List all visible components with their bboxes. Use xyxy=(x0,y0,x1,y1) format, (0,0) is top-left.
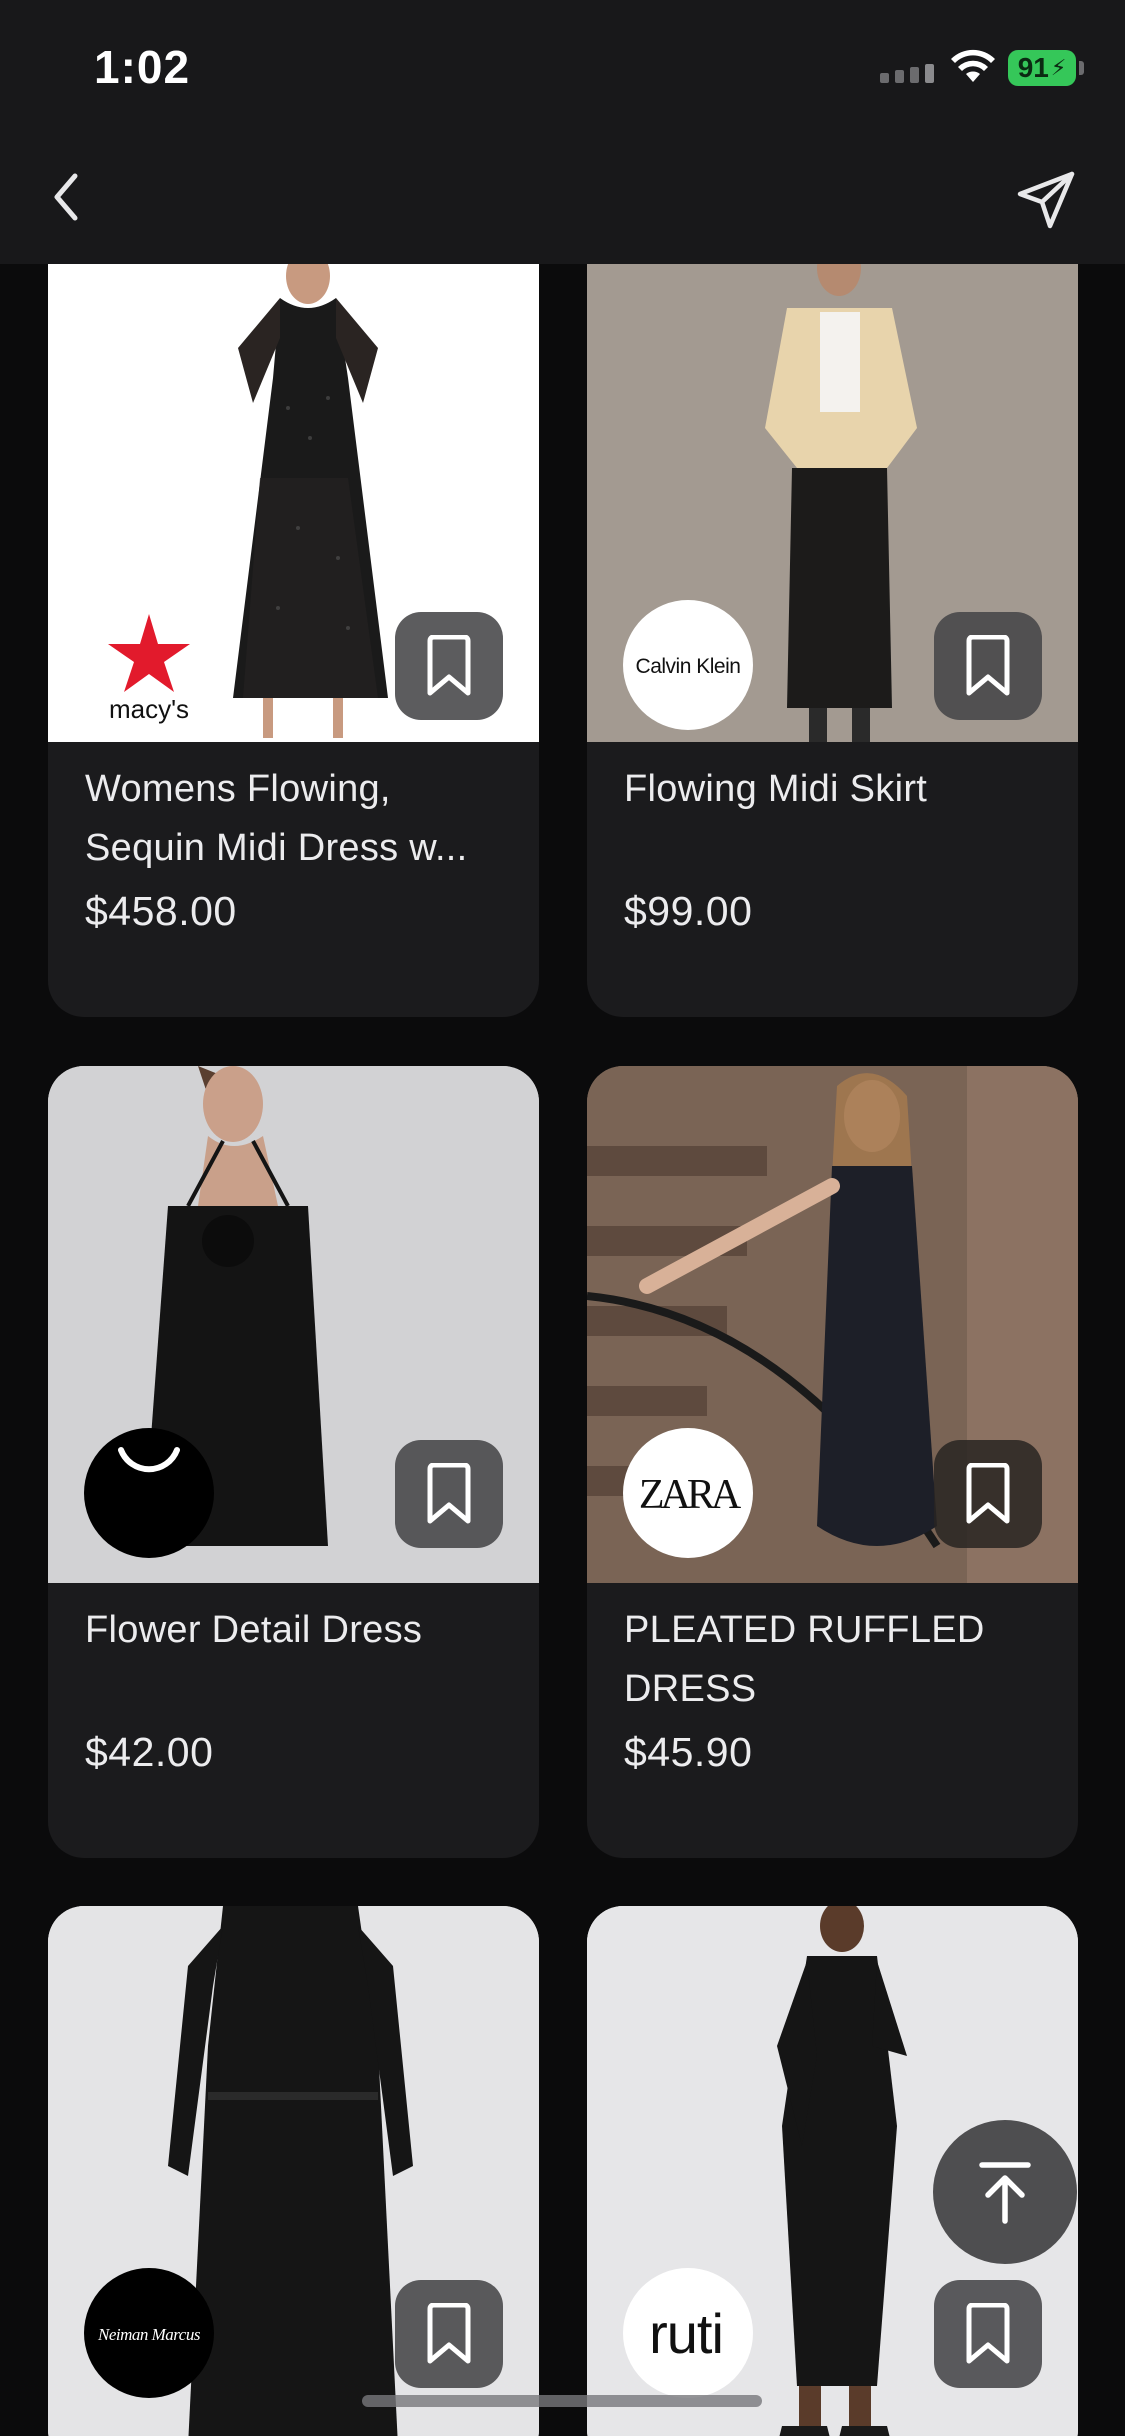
bookmark-button[interactable] xyxy=(934,1440,1042,1548)
status-bar: 1:02 91 ⚡ xyxy=(0,0,1125,132)
bookmark-button[interactable] xyxy=(934,2280,1042,2388)
product-title: Womens Flowing, Sequin Midi Dress w... xyxy=(85,768,468,869)
arrow-up-to-line-icon xyxy=(979,2162,1031,2224)
bookmark-button[interactable] xyxy=(395,612,503,720)
battery-level: 91 xyxy=(1017,52,1049,83)
product-grid: macy's Womens Flowing, Sequin Midi Dress… xyxy=(0,264,1125,2436)
brand-name: ruti xyxy=(649,2302,723,2365)
product-title: Flower Detail Dress xyxy=(85,1609,423,1651)
product-card[interactable]: Calvin Klein Flowing Midi Skirt $99.00 xyxy=(587,264,1078,1017)
brand-logo-black-circle[interactable] xyxy=(84,1428,214,1558)
zara-logo: ZARA xyxy=(639,1472,746,1518)
nav-bar xyxy=(0,132,1125,264)
bookmark-icon xyxy=(966,2303,1010,2364)
paper-plane-icon xyxy=(1017,171,1075,229)
product-card[interactable]: Flower Detail Dress $42.00 xyxy=(48,1066,539,1858)
wifi-icon xyxy=(951,49,995,82)
brand-name: ZARA xyxy=(639,1472,742,1518)
share-button[interactable] xyxy=(1010,164,1082,236)
macys-star-logo: macy's xyxy=(108,614,190,724)
chevron-left-icon xyxy=(54,173,78,221)
product-title: PLEATED RUFFLED DRESS xyxy=(624,1609,985,1710)
product-price: $99.00 xyxy=(624,888,753,934)
product-price: $458.00 xyxy=(85,888,237,934)
cellular-signal-icon xyxy=(880,64,934,83)
bookmark-icon xyxy=(427,635,471,696)
bookmark-button[interactable] xyxy=(395,1440,503,1548)
product-card[interactable]: ZARA PLEATED RUFFLED DRESS $45.90 xyxy=(587,1066,1078,1858)
brand-logo-macys[interactable]: macy's xyxy=(84,600,214,730)
brand-name: Neiman Marcus xyxy=(97,2325,201,2344)
brand-name: Calvin Klein xyxy=(636,655,741,678)
bookmark-icon xyxy=(427,2303,471,2364)
product-price: $42.00 xyxy=(85,1729,214,1775)
brand-logo-calvin-klein[interactable]: Calvin Klein xyxy=(623,600,753,730)
home-indicator[interactable] xyxy=(362,2395,762,2407)
neiman-marcus-logo: Neiman Marcus xyxy=(97,2325,201,2344)
product-price: $45.90 xyxy=(624,1729,753,1775)
bookmark-button[interactable] xyxy=(395,2280,503,2388)
smile-arc-logo xyxy=(118,1447,180,1473)
back-button[interactable] xyxy=(36,162,96,232)
scroll-to-top-button[interactable] xyxy=(933,2120,1077,2264)
battery-tip xyxy=(1079,61,1084,75)
ruti-logo: ruti xyxy=(649,2302,724,2365)
bookmark-button[interactable] xyxy=(934,612,1042,720)
brand-name: macy's xyxy=(109,694,189,724)
product-title: Flowing Midi Skirt xyxy=(624,768,928,810)
status-time: 1:02 xyxy=(94,41,191,93)
brand-logo-neiman-marcus[interactable]: Neiman Marcus xyxy=(84,2268,214,2398)
product-card[interactable]: macy's Womens Flowing, Sequin Midi Dress… xyxy=(48,264,539,1017)
battery-icon: 91 ⚡ xyxy=(1008,50,1076,86)
brand-logo-zara[interactable]: ZARA xyxy=(623,1428,753,1558)
bookmark-icon xyxy=(427,1463,471,1524)
calvin-klein-logo: Calvin Klein xyxy=(636,655,741,678)
brand-logo-ruti[interactable]: ruti xyxy=(623,2268,753,2398)
bookmark-icon xyxy=(966,1463,1010,1524)
bookmark-icon xyxy=(966,635,1010,696)
product-card[interactable]: Neiman Marcus xyxy=(48,1906,539,2436)
